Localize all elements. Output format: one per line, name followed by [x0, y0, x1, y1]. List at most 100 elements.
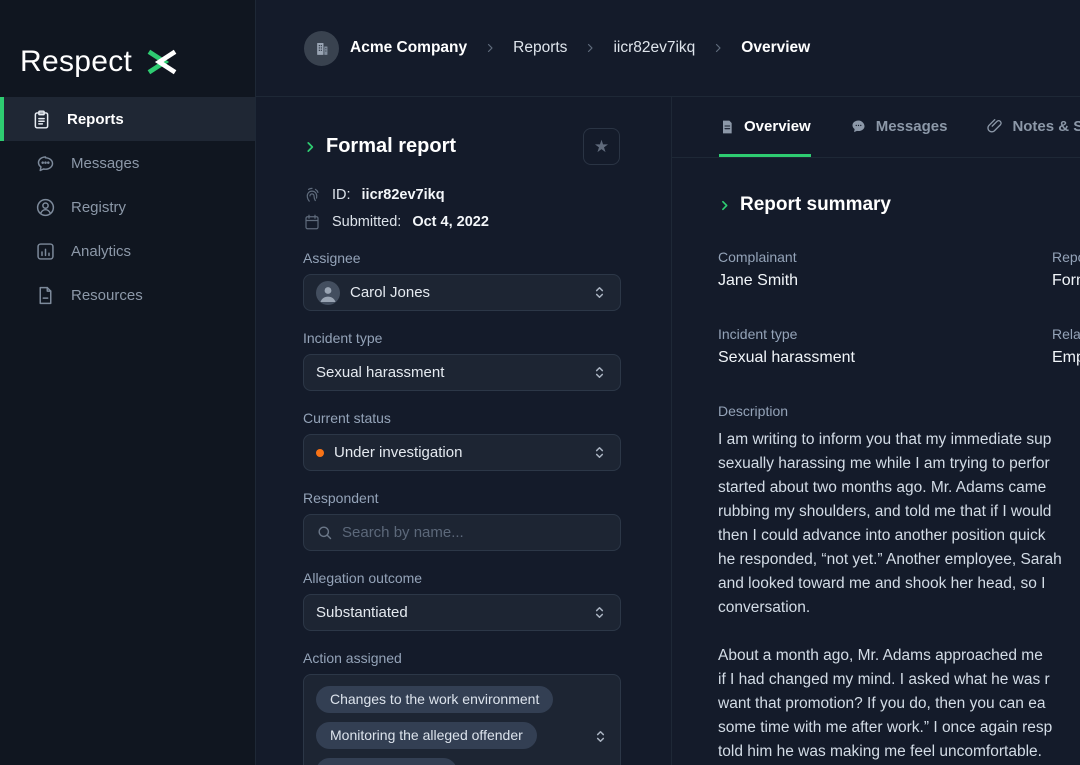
fingerprint-icon — [303, 186, 321, 204]
sidebar-item-label: Reports — [67, 111, 124, 128]
current-status-value: Under investigation — [334, 444, 591, 461]
app-logo-text: Respect — [20, 45, 132, 79]
chevron-up-down-icon — [591, 444, 608, 461]
incident-type-value: Sexual harassment — [316, 364, 591, 381]
assignee-avatar — [316, 281, 340, 305]
complainant-label: Complainant — [718, 249, 1052, 265]
chevron-up-down-icon — [592, 728, 609, 745]
description-line: sexually harassing me while I am trying … — [718, 452, 1080, 476]
description-paragraph-2: About a month ago, Mr. Adams approached … — [718, 644, 1080, 764]
report-meta: ID: iicr82ev7ikq Submitted: Oct 4, 2022 — [303, 186, 620, 231]
sidebar-item-registry[interactable]: Registry — [0, 185, 255, 229]
chat-bubble-icon — [35, 153, 56, 174]
summary-grid: Complainant Jane Smith Report type Forma… — [718, 249, 1080, 367]
sidebar-item-resources[interactable]: Resources — [0, 273, 255, 317]
report-id-row: ID: iicr82ev7ikq — [303, 186, 620, 204]
current-status-select[interactable]: Under investigation — [303, 434, 621, 471]
tab-label: Messages — [876, 118, 948, 135]
summary-incident-type-value: Sexual harassment — [718, 349, 1052, 367]
incident-type-label: Incident type — [303, 330, 620, 346]
complainant-cell: Complainant Jane Smith — [718, 249, 1052, 290]
description-line: some time with me after work.” I once ag… — [718, 716, 1080, 740]
chevron-right-icon — [584, 42, 596, 54]
relationship-value: Employee — [1052, 349, 1080, 367]
report-submitted-label: Submitted: — [332, 214, 401, 230]
assignee-label: Assignee — [303, 250, 620, 266]
sidebar-item-label: Resources — [71, 287, 143, 304]
action-pill[interactable]: Disciplinary action — [316, 758, 457, 765]
tab-messages[interactable]: Messages — [850, 97, 948, 157]
app-logo: Respect — [0, 0, 255, 97]
tab-notes-statements[interactable]: Notes & Statements — [986, 97, 1080, 157]
tab-overview[interactable]: Overview — [719, 97, 811, 157]
tab-bar: Overview Messages Notes & Statements — [672, 97, 1080, 158]
incident-type-cell: Incident type Sexual harassment — [718, 326, 1052, 367]
description-line: if I had changed my mind. I asked what h… — [718, 668, 1080, 692]
description-line: rubbing my shoulders, and told me that i… — [718, 500, 1080, 524]
allegation-outcome-value: Substantiated — [316, 604, 591, 621]
description-paragraph-1: I am writing to inform you that my immed… — [718, 428, 1080, 620]
chevron-up-down-icon — [591, 364, 608, 381]
respondent-label: Respondent — [303, 490, 620, 506]
document-icon — [35, 285, 56, 306]
clipboard-icon — [31, 109, 52, 130]
sidebar-item-messages[interactable]: Messages — [0, 141, 255, 185]
breadcrumb-reports[interactable]: Reports — [513, 39, 567, 57]
search-icon — [316, 524, 333, 541]
sidebar-item-label: Messages — [71, 155, 139, 172]
action-pill[interactable]: Monitoring the alleged offender — [316, 722, 537, 749]
respondent-search-field[interactable] — [303, 514, 621, 551]
report-details-panel: Formal report ★ ID: iicr82ev7ikq — [256, 97, 672, 765]
report-submitted-row: Submitted: Oct 4, 2022 — [303, 213, 620, 231]
description-line: I am writing to inform you that my immed… — [718, 428, 1080, 452]
description-line: told him he was making me feel uncomfort… — [718, 740, 1080, 764]
chevron-up-down-icon — [591, 284, 608, 301]
description-line: then I could advance into another positi… — [718, 524, 1080, 548]
breadcrumb-overview[interactable]: Overview — [741, 39, 810, 57]
sidebar-item-label: Analytics — [71, 243, 131, 260]
allegation-outcome-select[interactable]: Substantiated — [303, 594, 621, 631]
report-type-label: Report type — [1052, 249, 1080, 265]
breadcrumb-company[interactable]: Acme Company — [350, 39, 467, 57]
report-submitted-value: Oct 4, 2022 — [412, 214, 489, 230]
incident-type-select[interactable]: Sexual harassment — [303, 354, 621, 391]
status-dot-icon — [316, 449, 324, 457]
sidebar-item-reports[interactable]: Reports — [0, 97, 255, 141]
sidebar-item-analytics[interactable]: Analytics — [0, 229, 255, 273]
summary-title: Report summary — [740, 194, 891, 216]
report-title: Formal report — [326, 135, 456, 158]
calendar-icon — [303, 213, 321, 231]
sidebar: Respect Reports M — [0, 0, 256, 765]
person-circle-icon — [35, 197, 56, 218]
action-assigned-label: Action assigned — [303, 650, 620, 666]
bar-chart-icon — [35, 241, 56, 262]
action-assigned-multiselect[interactable]: Changes to the work environment Monitori… — [303, 674, 621, 765]
report-summary-section: Report summary Complainant Jane Smith Re… — [672, 158, 1080, 764]
report-panel-heading: Formal report ★ — [303, 128, 620, 165]
assignee-value: Carol Jones — [350, 284, 591, 301]
overview-panel: Overview Messages Notes & Statements — [672, 97, 1080, 765]
chevron-up-down-icon — [591, 604, 608, 621]
summary-incident-type-label: Incident type — [718, 326, 1052, 342]
breadcrumb-report-id[interactable]: iicr82ev7ikq — [613, 39, 695, 57]
complainant-value: Jane Smith — [718, 272, 1052, 290]
description-label: Description — [718, 403, 1080, 419]
report-type-cell: Report type Formal — [1052, 249, 1080, 290]
tab-label: Overview — [744, 118, 811, 135]
chevron-right-icon — [303, 140, 317, 154]
chevron-right-icon — [484, 42, 496, 54]
description-line: and looked toward me and shook her head,… — [718, 572, 1080, 596]
sidebar-nav: Reports Messages Registry — [0, 97, 255, 317]
assignee-select[interactable]: Carol Jones — [303, 274, 621, 311]
description-line: About a month ago, Mr. Adams approached … — [718, 644, 1080, 668]
report-id-value: iicr82ev7ikq — [362, 187, 445, 203]
allegation-outcome-label: Allegation outcome — [303, 570, 620, 586]
company-avatar — [304, 31, 339, 66]
respondent-search-input[interactable] — [342, 524, 608, 541]
favorite-star-button[interactable]: ★ — [583, 128, 620, 165]
description-line: started about two months ago. Mr. Adams … — [718, 476, 1080, 500]
report-type-value: Formal — [1052, 272, 1080, 290]
sidebar-item-label: Registry — [71, 199, 126, 216]
star-icon: ★ — [594, 137, 609, 156]
action-pill[interactable]: Changes to the work environment — [316, 686, 553, 713]
